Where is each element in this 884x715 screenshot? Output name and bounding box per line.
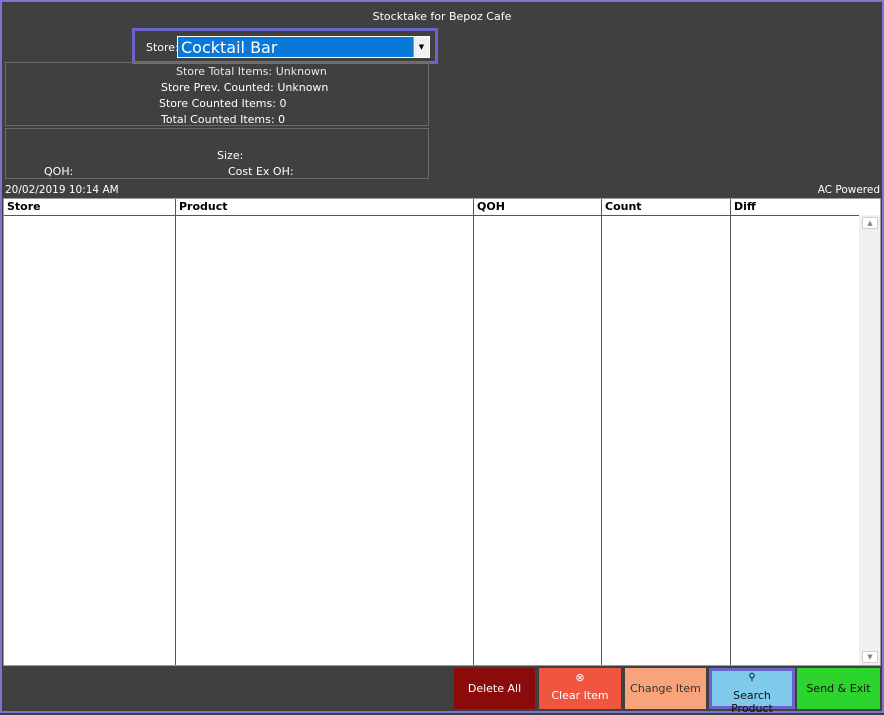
power-status: AC Powered [817,184,880,196]
chevron-down-icon[interactable]: ▼ [413,37,429,57]
column-header-diff[interactable]: Diff [731,199,859,215]
total-counted-items: Total Counted Items: 0 [161,113,286,126]
store-dropdown-value: Cocktail Bar [181,38,278,57]
column-header-product[interactable]: Product [176,199,474,215]
send-exit-button[interactable]: Send & Exit [797,668,880,709]
item-info-panel: Size: QOH: Cost Ex OH: [5,128,429,179]
window-title: Stocktake for Bepoz Cafe [372,10,512,23]
scroll-up-icon[interactable]: ▲ [862,217,878,229]
column-divider [730,215,731,665]
store-stats-panel: Store Total Items: Unknown Store Prev. C… [5,62,429,126]
table-header: Store Product QOH Count Diff [4,199,859,216]
store-total-items: Store Total Items: Unknown [176,65,327,78]
search-icon: ⚲ [748,672,756,683]
column-divider [473,215,474,665]
search-product-button[interactable]: ⚲ Search Product [709,668,795,715]
cost-ex-oh-label: Cost Ex OH: [228,165,294,178]
send-exit-label: Send & Exit [806,682,871,695]
scroll-down-icon[interactable]: ▼ [862,651,878,663]
clear-item-button[interactable]: ⊗ Clear Item [539,668,621,709]
qoh-label: QOH: [44,165,74,178]
vertical-scrollbar[interactable]: ▲ ▼ [859,215,880,665]
column-header-count[interactable]: Count [602,199,731,215]
column-divider [601,215,602,665]
delete-all-button[interactable]: Delete All [454,668,535,709]
stocktake-table[interactable]: Store Product QOH Count Diff ▲ ▼ [3,198,881,666]
close-circle-icon: ⊗ [575,671,585,684]
delete-all-label: Delete All [467,682,522,695]
size-label: Size: [217,149,244,162]
change-item-label: Change Item [630,682,701,695]
store-prev-counted: Store Prev. Counted: Unknown [161,81,329,94]
search-product-label: Search Product [731,689,773,715]
store-label: Store: [146,41,179,54]
column-header-store[interactable]: Store [4,199,176,215]
column-header-qoh[interactable]: QOH [474,199,602,215]
store-selector-group: Store: Cocktail Bar ▼ [132,28,438,64]
store-dropdown[interactable]: Cocktail Bar ▼ [177,36,430,58]
status-datetime: 20/02/2019 10:14 AM [5,184,119,196]
change-item-button[interactable]: Change Item [625,668,706,709]
store-counted-items: Store Counted Items: 0 [159,97,287,110]
clear-item-label: Clear Item [551,689,609,702]
column-divider [175,215,176,665]
